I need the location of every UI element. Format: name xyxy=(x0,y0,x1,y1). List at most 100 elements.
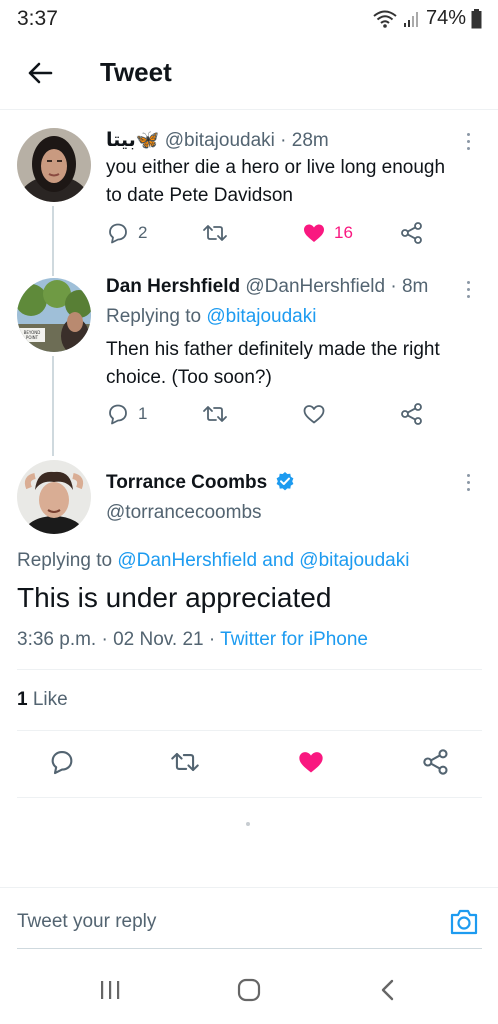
share-button[interactable] xyxy=(400,402,424,426)
tweet-text-line: you either die a hero or live long enoug… xyxy=(106,157,446,178)
back-arrow-icon xyxy=(27,61,53,90)
avatar-bita[interactable] xyxy=(17,128,91,202)
thread-line xyxy=(52,356,54,456)
reply-count: 1 xyxy=(138,404,148,423)
tweet-text-line: choice. (Too soon?) xyxy=(106,367,272,388)
system-navigation-bar xyxy=(0,960,498,1024)
likes-link[interactable]: 1 Like xyxy=(17,689,68,711)
share-icon xyxy=(400,221,424,245)
status-bar: 3:37 74% xyxy=(0,0,498,36)
tweet-actions: 2 16 xyxy=(106,221,486,251)
page-title: Tweet xyxy=(100,57,172,87)
like-button[interactable] xyxy=(302,402,326,426)
reply-underline xyxy=(17,948,482,949)
main-tweet-actions xyxy=(0,742,498,786)
share-button[interactable] xyxy=(400,221,424,245)
tweet-source-link[interactable]: Twitter for iPhone xyxy=(220,629,368,650)
display-name[interactable]: Dan Hershfield xyxy=(106,276,240,297)
reply-icon xyxy=(106,402,130,426)
reply-button[interactable]: 2 xyxy=(106,221,147,245)
likes-number: 1 xyxy=(17,689,28,710)
recents-icon xyxy=(98,979,122,1006)
camera-button[interactable] xyxy=(448,906,480,938)
back-nav-icon xyxy=(378,978,398,1007)
reply-button[interactable] xyxy=(40,742,84,786)
tweet-time: 8m xyxy=(401,276,429,297)
home-button[interactable] xyxy=(229,974,269,1010)
share-button[interactable] xyxy=(414,742,458,786)
like-count: 16 xyxy=(334,223,353,242)
replying-and: and xyxy=(257,550,300,571)
tweet-meta: 3:36 p.m. · 02 Nov. 21 · Twitter for iPh… xyxy=(17,629,368,651)
heart-outline-icon xyxy=(302,402,326,426)
retweet-button[interactable] xyxy=(163,742,207,786)
heart-icon xyxy=(302,221,326,245)
reply-button[interactable]: 1 xyxy=(106,402,147,426)
separator-dot: · xyxy=(280,130,292,151)
battery-text: 74% xyxy=(425,7,466,29)
tweet-header: Tweet xyxy=(0,40,498,110)
reply-input[interactable] xyxy=(17,904,417,940)
status-indicators: 74% xyxy=(372,7,482,30)
replying-handle-link[interactable]: @DanHershfield xyxy=(117,550,257,571)
avatar-dan[interactable]: BEYOND POINT xyxy=(17,278,91,352)
camera-icon xyxy=(448,909,480,942)
main-tweet-text: This is under appreciated xyxy=(17,582,332,613)
status-time: 3:37 xyxy=(17,7,58,30)
more-options-button[interactable] xyxy=(458,277,478,301)
tweet-header-dan: Dan Hershfield @DanHershfield · 8m xyxy=(106,276,428,298)
tweet-header-bita: بيتا🦋 @bitajoudaki · 28m xyxy=(106,128,329,152)
separator-dot: · xyxy=(96,629,114,650)
tweet-time[interactable]: 3:36 p.m. xyxy=(17,629,96,650)
separator-dot: · xyxy=(390,276,402,297)
reply-icon xyxy=(48,748,76,781)
retweet-icon xyxy=(202,221,228,245)
tweet-text-line: to date Pete Davidson xyxy=(106,185,293,206)
like-button[interactable]: 16 xyxy=(302,221,353,245)
display-name[interactable]: بيتا🦋 xyxy=(106,130,159,151)
divider xyxy=(17,797,482,798)
reply-icon xyxy=(106,221,130,245)
handle[interactable]: @torrancecoombs xyxy=(106,502,262,524)
handle[interactable]: @bitajoudaki xyxy=(165,130,275,151)
replying-prefix: Replying to xyxy=(106,306,207,327)
tweet-text-line: Then his father definitely made the righ… xyxy=(106,339,440,360)
thread-line xyxy=(52,206,54,276)
retweet-icon xyxy=(202,402,228,426)
svg-text:POINT: POINT xyxy=(26,335,39,340)
retweet-button[interactable] xyxy=(202,402,228,426)
signal-icon xyxy=(403,10,421,28)
share-icon xyxy=(400,402,424,426)
replying-handle-link[interactable]: @bitajoudaki xyxy=(206,306,316,327)
home-icon xyxy=(236,978,262,1007)
tweet-text: you either die a hero or live long enoug… xyxy=(106,154,486,210)
back-nav-button[interactable] xyxy=(368,974,408,1010)
replying-handle-link[interactable]: @bitajoudaki xyxy=(299,550,409,571)
more-icon xyxy=(466,132,470,136)
recents-button[interactable] xyxy=(90,974,130,1010)
wifi-icon xyxy=(372,9,398,29)
back-button[interactable] xyxy=(20,55,60,95)
main-tweet-author[interactable]: Torrance Coombs xyxy=(106,471,295,497)
divider xyxy=(17,669,482,670)
like-button[interactable] xyxy=(289,742,333,786)
more-options-button[interactable] xyxy=(458,470,478,494)
retweet-icon xyxy=(170,748,200,781)
more-icon xyxy=(466,473,470,477)
retweet-button[interactable] xyxy=(202,221,228,245)
likes-label: Like xyxy=(27,689,68,710)
tweet-date[interactable]: 02 Nov. 21 xyxy=(113,629,203,650)
avatar-torrance[interactable] xyxy=(17,460,91,534)
tweet-actions: 1 xyxy=(106,402,486,432)
replying-to: Replying to @bitajoudaki xyxy=(106,306,316,328)
display-name[interactable]: Torrance Coombs xyxy=(106,472,267,493)
reply-composer xyxy=(0,887,498,955)
tweet-text: Then his father definitely made the righ… xyxy=(106,336,486,392)
more-options-button[interactable] xyxy=(458,129,478,153)
replying-to: Replying to @DanHershfield and @bitajoud… xyxy=(17,550,409,572)
replying-prefix: Replying to xyxy=(17,550,118,571)
heart-icon xyxy=(297,748,325,781)
handle[interactable]: @DanHershfield xyxy=(245,276,385,297)
more-icon xyxy=(466,280,470,284)
verified-icon xyxy=(275,471,295,497)
